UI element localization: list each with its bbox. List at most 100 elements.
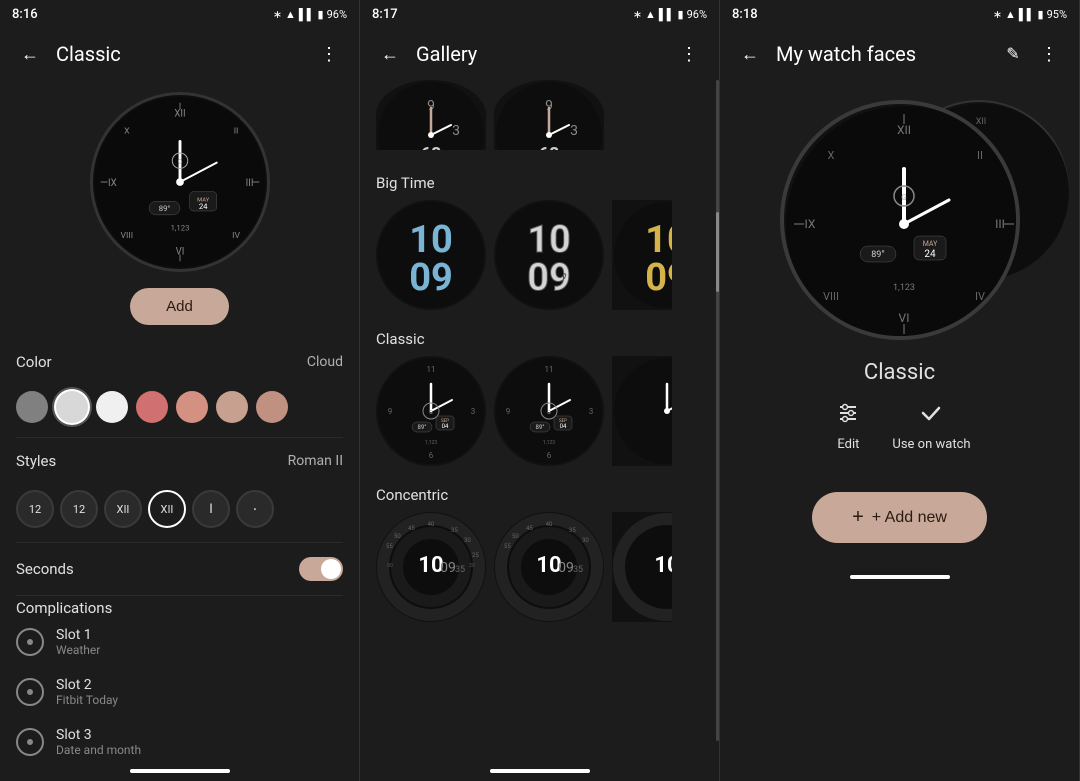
bottom-nav-line-3 [850,575,950,579]
status-icons-1: ∗ ▲ ▌▌ ▮ 96% [273,8,347,21]
style-btn-i[interactable]: I [192,490,230,528]
swatch-peach[interactable] [256,391,288,423]
seconds-toggle[interactable] [299,557,343,581]
svg-text:9: 9 [388,407,393,416]
color-value: Cloud [307,354,343,370]
svg-text:55: 55 [504,543,511,550]
gallery-face-concentric-3[interactable]: 10 [612,512,672,622]
svg-text:68: 68 [421,144,442,150]
battery-percent-1: 96% [327,8,347,21]
divider-1 [16,437,343,438]
bottom-nav-line-2 [490,769,590,773]
gallery-face-concentric-2[interactable]: 55 50 45 40 35 30 10 09 35 [494,512,604,622]
gallery-face-partial-2[interactable]: 9 3 68 [494,80,604,150]
back-button-3[interactable]: ← [732,36,768,72]
complication-slot2[interactable]: Slot 2 Fitbit Today [16,667,343,717]
gallery-face-classic-3[interactable] [612,356,672,466]
svg-text:MAY: MAY [922,240,937,248]
use-on-watch-action[interactable]: Use on watch [892,393,970,452]
svg-text:3: 3 [452,123,460,139]
svg-text:40: 40 [428,521,435,528]
svg-text:45: 45 [526,525,533,532]
gallery-face-bigtime-1[interactable]: 10 09 [376,200,486,310]
svg-text:VIII: VIII [823,290,839,303]
use-on-watch-action-icon [911,393,951,433]
style-btn-dot[interactable]: · [236,490,274,528]
gallery-top-partial: 9 3 68 9 3 68 [360,80,719,158]
signal-icon-2: ▌▌ [659,8,675,21]
back-button-1[interactable]: ← [12,36,48,72]
check-icon [919,401,943,425]
battery-icon-3: ▮ [1038,8,1044,21]
color-swatches [16,383,343,435]
svg-text:04: 04 [442,423,449,430]
swatch-red[interactable] [136,391,168,423]
svg-text:50: 50 [394,533,401,540]
style-btn-xii[interactable]: XII [104,490,142,528]
back-button-2[interactable]: ← [372,36,408,72]
slot2-text: Slot 2 Fitbit Today [56,677,118,707]
concentric-face-svg-1: 55 50 45 40 35 30 25 00 20 10 09 35 [376,512,486,622]
gallery-faces-classic: 11 6 9 3 G 89° SEP 04 1,123 [376,356,703,466]
slot1-text: Slot 1 Weather [56,627,100,657]
more-button-3[interactable]: ⋮ [1031,36,1067,72]
gallery-face-partial-1[interactable]: 9 3 68 [376,80,486,150]
add-new-button[interactable]: + + Add new [812,492,987,543]
complications-title: Complications [16,591,112,621]
status-time-1: 8:16 [12,7,38,22]
svg-text:G: G [177,158,182,166]
complication-slot1[interactable]: Slot 1 Weather [16,617,343,667]
svg-text:00: 00 [387,563,393,569]
gallery-faces-bigtime: 10 09 10 09 10 09 [376,200,703,310]
style-btn-xii-selected[interactable]: XII [148,490,186,528]
battery-icon-2: ▮ [678,8,684,21]
add-new-container: + + Add new [720,468,1079,567]
battery-percent-3: 95% [1047,8,1067,21]
swatch-rose[interactable] [176,391,208,423]
gallery-face-classic-1[interactable]: 11 6 9 3 G 89° SEP 04 1,123 [376,356,486,466]
svg-text:50: 50 [512,533,519,540]
gallery-face-classic-2[interactable]: 11 6 9 3 G 89° SEP 04 1,123 [494,356,604,466]
svg-text:XII: XII [976,117,987,127]
slot2-title: Slot 2 [56,677,118,693]
swatch-white[interactable] [96,391,128,423]
gallery-face-bigtime-2[interactable]: 10 09 [494,200,604,310]
style-btn-12-2[interactable]: 12 [60,490,98,528]
app-title-2: Gallery [416,42,671,66]
bigtime-face-svg-2: 10 09 [494,200,604,310]
gallery-face-concentric-1[interactable]: 55 50 45 40 35 30 25 00 20 10 09 35 [376,512,486,622]
section-title-classic: Classic [376,322,703,356]
svg-text:1,123: 1,123 [892,283,914,293]
color-label: Color [16,353,52,371]
svg-text:09: 09 [409,256,453,300]
swatch-pink[interactable] [216,391,248,423]
more-button-1[interactable]: ⋮ [311,36,347,72]
seconds-setting-row[interactable]: Seconds [16,545,343,593]
gallery-face-bigtime-3[interactable]: 10 09 [612,200,672,310]
status-time-2: 8:17 [372,7,398,22]
add-watch-face-button[interactable]: Add [130,288,229,325]
gallery-scroll[interactable]: 9 3 68 9 3 68 [360,80,719,761]
svg-text:1,123: 1,123 [425,440,437,446]
concentric-face-svg-3: 10 [612,512,672,622]
complication-slot3[interactable]: Slot 3 Date and month [16,717,343,761]
more-button-2[interactable]: ⋮ [671,36,707,72]
svg-text:3: 3 [471,407,476,416]
svg-text:X: X [827,149,834,162]
wifi-icon-2: ▲ [645,8,656,21]
status-bar-2: 8:17 ∗ ▲ ▌▌ ▮ 96% [360,0,719,28]
wifi-icon-3: ▲ [1005,8,1016,21]
swatch-gray[interactable] [16,391,48,423]
svg-text:G: G [429,410,433,416]
style-btn-12-1[interactable]: 12 [16,490,54,528]
svg-text:89°: 89° [418,424,427,431]
edit-action[interactable]: Edit [828,393,868,452]
add-new-plus-icon: + [852,506,864,529]
svg-text:VI: VI [898,311,909,325]
slot2-icon [16,678,44,706]
slot3-dot [27,739,33,745]
edit-button-3[interactable]: ✎ [995,36,1031,72]
swatch-light-gray[interactable] [56,391,88,423]
slot3-text: Slot 3 Date and month [56,727,141,757]
add-new-label: + Add new [872,509,947,527]
